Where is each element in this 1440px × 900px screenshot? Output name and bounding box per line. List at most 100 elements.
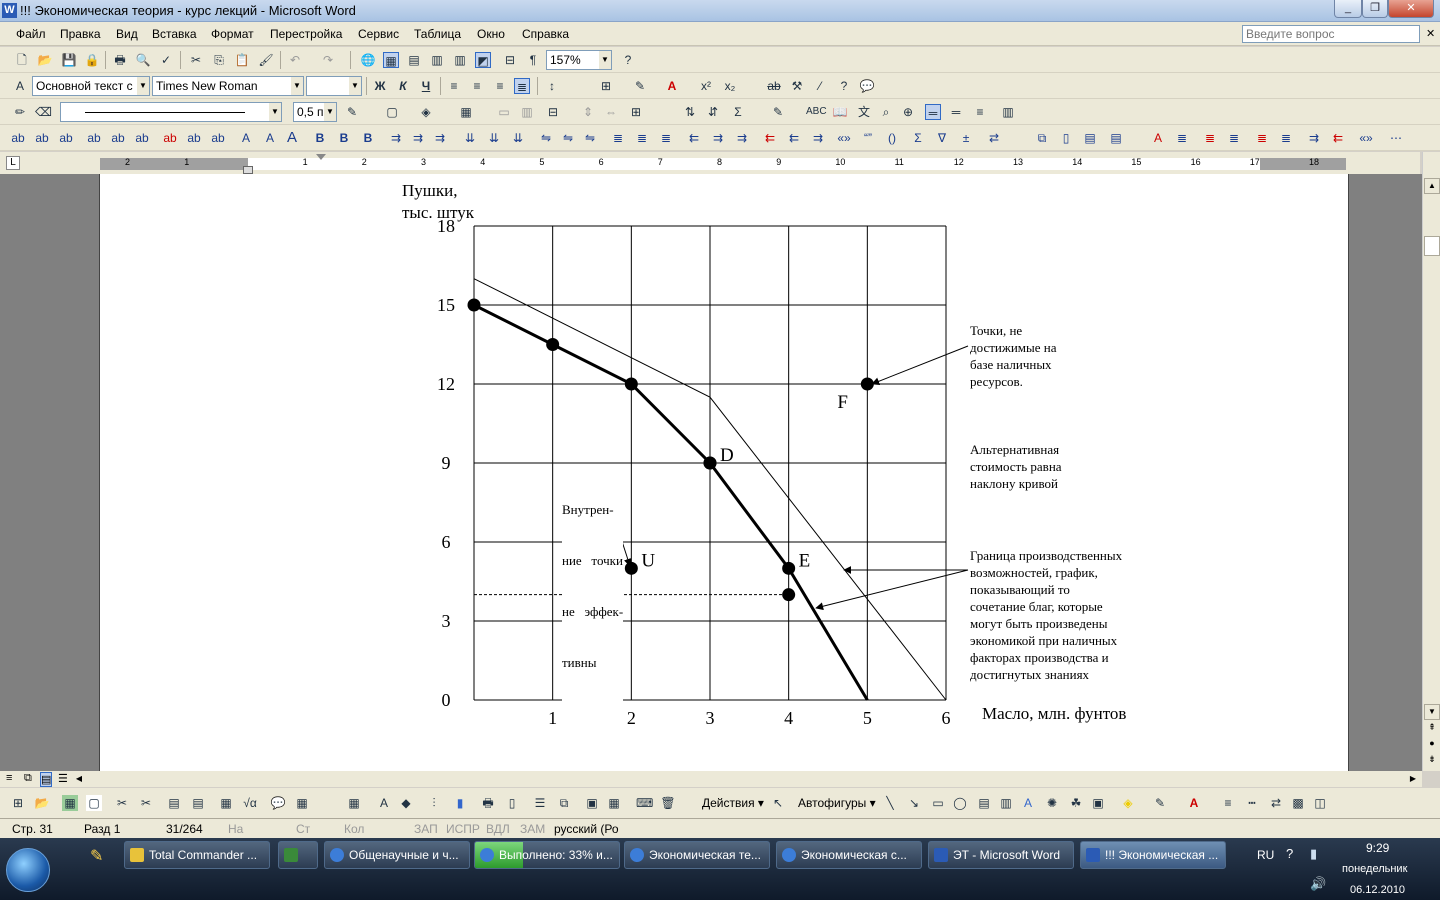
text-a-icon[interactable]: A xyxy=(1150,130,1166,146)
bold-4-icon[interactable]: B xyxy=(360,130,376,146)
format-painter-icon[interactable]: 🖌 xyxy=(258,52,274,68)
open-2-icon[interactable]: 📂 xyxy=(34,795,50,811)
keyboard-icon[interactable]: ⌨ xyxy=(636,795,653,811)
menu-window[interactable]: Окно xyxy=(477,27,505,41)
line-double-icon[interactable]: ═ xyxy=(948,104,964,120)
textbox-tool-icon[interactable]: ▤ xyxy=(976,795,992,811)
tables-borders-icon[interactable]: ▦ xyxy=(383,52,399,68)
menu-help[interactable]: Справка xyxy=(522,27,569,41)
text-effect-1-icon[interactable]: ab xyxy=(10,130,26,146)
prev-page-button[interactable]: ⇞ xyxy=(1424,722,1440,738)
autoformat-icon[interactable]: ⊞ xyxy=(628,104,644,120)
print-icon[interactable]: 🖶 xyxy=(112,52,128,68)
minimize-button[interactable]: _ xyxy=(1334,0,1362,18)
border-color-icon[interactable]: ✎ xyxy=(344,104,360,120)
line-single-icon[interactable]: ═ xyxy=(925,104,941,120)
page-icon[interactable]: ▯ xyxy=(1058,130,1074,146)
normal-view-icon[interactable]: ≡ xyxy=(6,772,12,784)
parens-icon[interactable]: () xyxy=(884,130,900,146)
menu-format[interactable]: Формат xyxy=(211,27,254,41)
text-effect-5-icon[interactable]: ab xyxy=(110,130,126,146)
text-effect-3-icon[interactable]: ab xyxy=(58,130,74,146)
scroll-down-button[interactable]: ▼ xyxy=(1424,704,1440,720)
task-ie-3[interactable]: Экономическая с... xyxy=(776,841,922,869)
3d-style-icon[interactable]: ◫ xyxy=(1312,795,1328,811)
line-color-icon[interactable]: ✎ xyxy=(1152,795,1168,811)
volume-icon[interactable]: 🔊 xyxy=(1310,876,1326,892)
open-icon[interactable]: 📂 xyxy=(37,52,53,68)
hscroll-left-button[interactable]: ◀ xyxy=(72,771,86,786)
indent-2-icon[interactable]: ⇉ xyxy=(710,130,726,146)
marker-icon[interactable]: ⁄ xyxy=(812,78,828,94)
bold-2-icon[interactable]: B xyxy=(312,130,328,146)
autosum-icon[interactable]: Σ xyxy=(730,104,746,120)
scissors-3-icon[interactable]: ✂ xyxy=(138,795,154,811)
hscroll-right-button[interactable]: ▶ xyxy=(1406,771,1420,786)
clipart-icon[interactable]: ☘ xyxy=(1068,795,1084,811)
frame-icon[interactable]: ⧉ xyxy=(1034,130,1050,146)
page-2-icon[interactable]: ▤ xyxy=(1082,130,1098,146)
font-size-combo[interactable]: ▼ xyxy=(306,76,362,96)
shading-icon[interactable]: ◈ xyxy=(418,104,434,120)
task-ie-2[interactable]: Экономическая те... xyxy=(624,841,770,869)
distribute-rows-icon[interactable]: ⇕ xyxy=(580,104,596,120)
plusminus-icon[interactable]: ± xyxy=(958,130,974,146)
para-5-icon[interactable]: ⇊ xyxy=(486,130,502,146)
white-box-icon[interactable]: ▢ xyxy=(86,795,102,811)
word-app-icon[interactable]: W xyxy=(2,3,17,18)
merge-cells-icon[interactable]: ▭ xyxy=(496,104,512,120)
task-download[interactable]: Выполнено: 33% и... xyxy=(474,841,620,869)
sort-asc-icon[interactable]: ⇅ xyxy=(682,104,698,120)
line-style-icon[interactable]: ≡ xyxy=(1220,795,1236,811)
underline-icon[interactable]: Ч xyxy=(418,78,434,94)
highlight-icon[interactable]: ✎ xyxy=(632,78,648,94)
line-spacing-icon[interactable]: ↕ xyxy=(544,78,560,94)
line-weight-combo[interactable]: 0,5 п ▼ xyxy=(293,102,337,122)
text-e-icon[interactable]: ≣ xyxy=(1254,130,1270,146)
text-b-icon[interactable]: ≣ xyxy=(1174,130,1190,146)
paste-icon[interactable]: 📋 xyxy=(234,52,250,68)
redo-icon[interactable]: ↷ xyxy=(320,52,336,68)
text-effect-4-icon[interactable]: ab xyxy=(86,130,102,146)
help-icon[interactable]: ? xyxy=(620,52,636,68)
image-icon[interactable]: ▣ xyxy=(1090,795,1106,811)
para-6-icon[interactable]: ⇊ xyxy=(510,130,526,146)
translate-icon[interactable]: 文 xyxy=(856,104,872,120)
page-3-icon[interactable]: ▤ xyxy=(1108,130,1124,146)
print-2-icon[interactable]: 🖶 xyxy=(480,795,496,811)
network-icon[interactable]: ▮ xyxy=(1310,846,1317,862)
document-map-icon[interactable]: ⊟ xyxy=(502,52,518,68)
arrow-style-icon[interactable]: ⇄ xyxy=(1268,795,1284,811)
insert-table-icon-2[interactable]: ▦ xyxy=(458,104,474,120)
grid-icon[interactable]: ⊞ xyxy=(10,795,26,811)
line-tool-icon[interactable]: ╲ xyxy=(882,795,898,811)
folders-icon[interactable]: ⧉ xyxy=(556,795,572,811)
save-icon[interactable]: 💾 xyxy=(61,52,77,68)
dictionary-icon[interactable]: 📖 xyxy=(832,104,848,120)
font-color-icon[interactable]: A xyxy=(664,78,680,94)
indent-6-icon[interactable]: ⇉ xyxy=(810,130,826,146)
list-3-icon[interactable]: ≣ xyxy=(658,130,674,146)
wordart-icon[interactable]: A xyxy=(1020,795,1036,811)
align-cell-icon[interactable]: ⊟ xyxy=(545,104,561,120)
box-3d-icon[interactable]: ◆ xyxy=(398,795,414,811)
indent-3-icon[interactable]: ⇉ xyxy=(734,130,750,146)
dash-style-icon[interactable]: ┅ xyxy=(1244,795,1260,811)
shrink-font-icon[interactable]: A xyxy=(262,130,278,146)
quicklaunch-icon[interactable]: ✎ xyxy=(90,846,103,866)
vertical-scrollbar[interactable]: ▲ ▼ ⇞ ● ⇟ xyxy=(1422,152,1440,771)
menu-table[interactable]: Таблица xyxy=(414,27,461,41)
text-h-icon[interactable]: ⇇ xyxy=(1330,130,1346,146)
outside-border-icon[interactable]: ▢ xyxy=(384,104,400,120)
list-2-icon[interactable]: ≣ xyxy=(634,130,650,146)
line-triple-icon[interactable]: ≡ xyxy=(972,104,988,120)
align-right-icon[interactable]: ≡ xyxy=(492,78,508,94)
callout-icon[interactable]: 💬 xyxy=(270,795,286,811)
quotes-1-icon[interactable]: «» xyxy=(836,130,852,146)
menu-view[interactable]: Вид xyxy=(116,27,138,41)
insert-table-icon[interactable]: ▤ xyxy=(406,52,422,68)
scissors-2-icon[interactable]: ✂ xyxy=(114,795,130,811)
nabla-icon[interactable]: ∇ xyxy=(934,130,950,146)
arrows-icon[interactable]: ⇄ xyxy=(986,130,1002,146)
print-preview-icon[interactable]: 🔍 xyxy=(135,52,151,68)
